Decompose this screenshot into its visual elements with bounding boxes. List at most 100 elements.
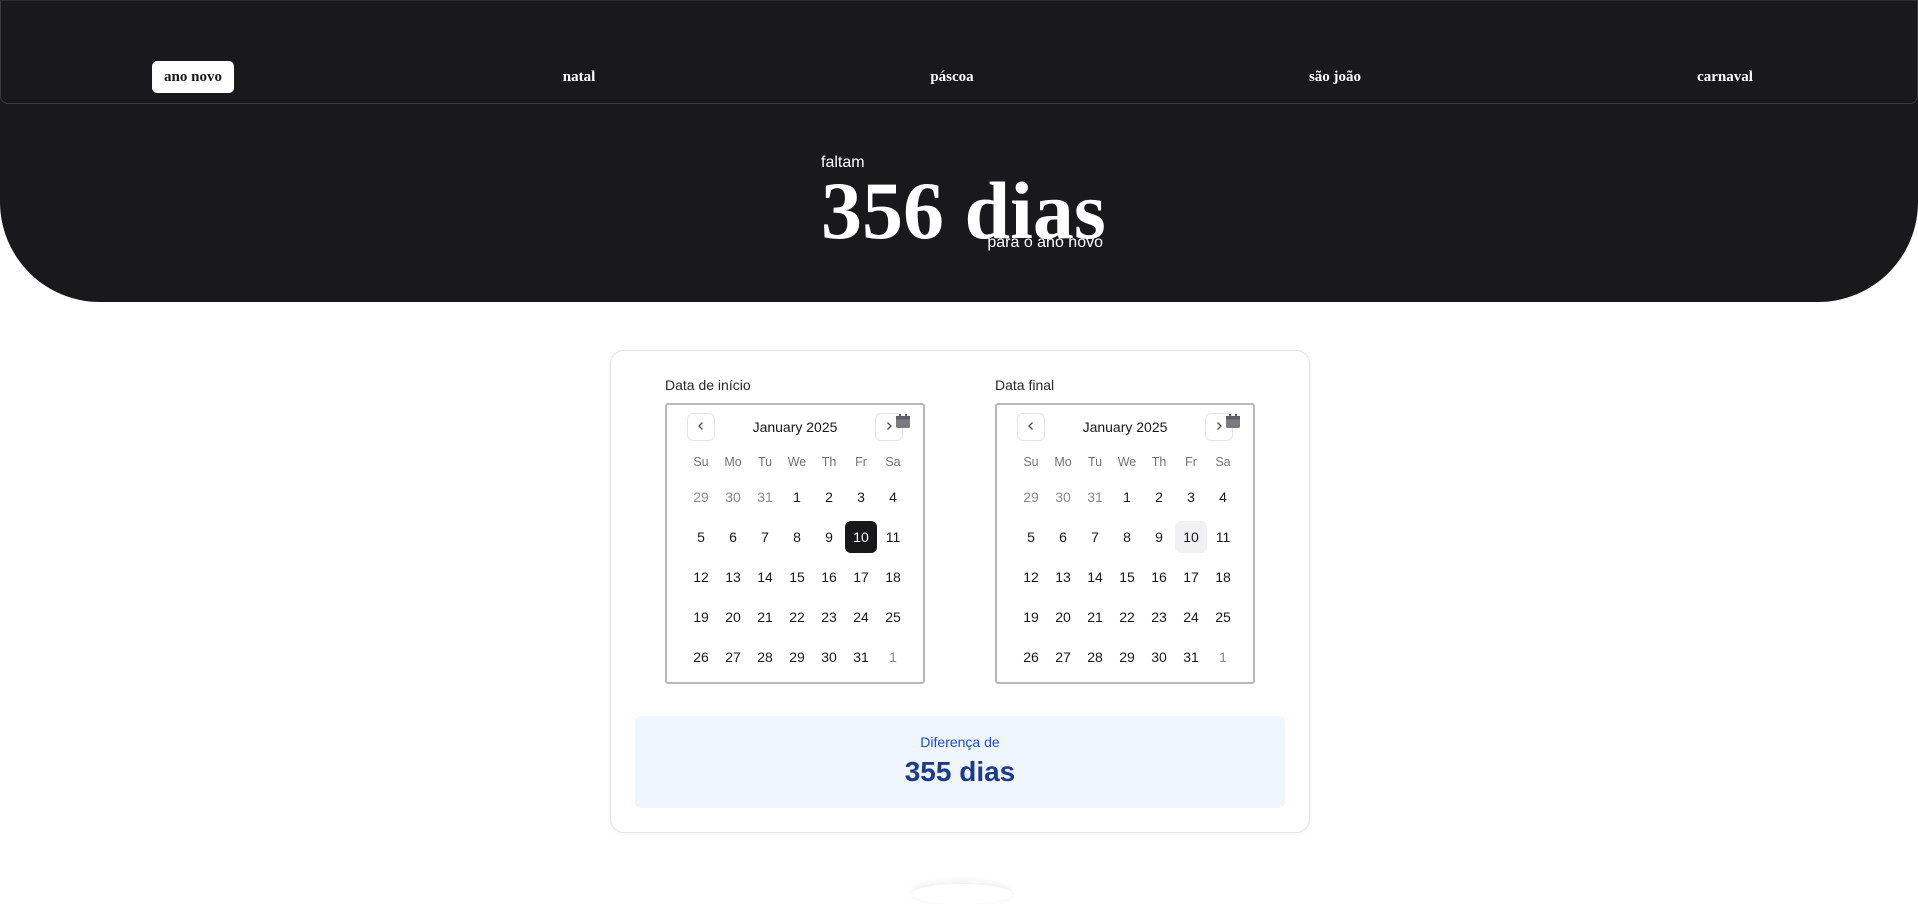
tab-pascoa[interactable]: páscoa: [918, 61, 985, 93]
weekday-label: Sa: [885, 455, 901, 469]
calendar-day[interactable]: 25: [1207, 601, 1239, 633]
calendar-day[interactable]: 11: [1207, 521, 1239, 553]
calendar-day[interactable]: 24: [845, 601, 877, 633]
calendar-day[interactable]: 5: [1015, 521, 1047, 553]
calendar-day[interactable]: 30: [717, 481, 749, 513]
calendar-day[interactable]: 15: [1111, 561, 1143, 593]
calendar-day[interactable]: 18: [1207, 561, 1239, 593]
calendar-day[interactable]: 6: [1047, 521, 1079, 553]
calendar-day[interactable]: 12: [1015, 561, 1047, 593]
calendar-day[interactable]: 7: [749, 521, 781, 553]
calendar-day[interactable]: 27: [1047, 641, 1079, 673]
calendar-day[interactable]: 4: [877, 481, 909, 513]
calendar-day[interactable]: 30: [1047, 481, 1079, 513]
calendar-week: 29 30 31 1 2 3 4: [685, 479, 909, 519]
weekday-label: Tu: [1087, 455, 1103, 469]
calendar-day[interactable]: 14: [1079, 561, 1111, 593]
calendar-day[interactable]: 22: [781, 601, 813, 633]
calendar-day[interactable]: 13: [1047, 561, 1079, 593]
calendar-day[interactable]: 21: [1079, 601, 1111, 633]
calendar-day[interactable]: 10: [845, 521, 877, 553]
calendar-day[interactable]: 3: [845, 481, 877, 513]
calendar-day[interactable]: 1: [781, 481, 813, 513]
calendar-day[interactable]: 2: [1143, 481, 1175, 513]
calendar-day[interactable]: 24: [1175, 601, 1207, 633]
calendar-day[interactable]: 1: [1207, 641, 1239, 673]
chevron-left-icon[interactable]: [687, 413, 715, 441]
calendar-day[interactable]: 1: [877, 641, 909, 673]
calendar-day[interactable]: 17: [845, 561, 877, 593]
calendar-day[interactable]: 16: [813, 561, 845, 593]
calendar-day[interactable]: 20: [717, 601, 749, 633]
weekday-label: Sa: [1215, 455, 1231, 469]
calendar-day[interactable]: 29: [1111, 641, 1143, 673]
calendar-day[interactable]: 19: [1015, 601, 1047, 633]
weekday-label: We: [1117, 455, 1137, 469]
calendar-day[interactable]: 28: [749, 641, 781, 673]
calendar-day[interactable]: 22: [1111, 601, 1143, 633]
tab-carnaval[interactable]: carnaval: [1685, 61, 1765, 93]
difference-label: Diferença de: [920, 734, 1000, 750]
calendar-week: 5 6 7 8 9 10 11: [1015, 519, 1239, 559]
calendar-day[interactable]: 26: [1015, 641, 1047, 673]
calendar-day[interactable]: 29: [781, 641, 813, 673]
calendar-icon[interactable]: [1225, 414, 1241, 429]
countdown-suffix: para o ano novo: [987, 234, 1103, 251]
tab-ano-novo[interactable]: ano novo: [152, 61, 234, 93]
calendar-day[interactable]: 21: [749, 601, 781, 633]
calendar-week: 12 13 14 15 16 17 18: [685, 559, 909, 599]
calendar-day[interactable]: 9: [1143, 521, 1175, 553]
calendar-day[interactable]: 18: [877, 561, 909, 593]
calendar-day[interactable]: 15: [781, 561, 813, 593]
calendar-day[interactable]: 11: [877, 521, 909, 553]
start-date-calendar: January 2025 Su Mo Tu We Th Fr Sa 29 30 31 1 2 3 4 5 6…: [665, 403, 925, 684]
weekday-label: Su: [693, 455, 709, 469]
calendar-icon[interactable]: [895, 414, 911, 429]
calendar-day[interactable]: 13: [717, 561, 749, 593]
calendar-week: 19 20 21 22 23 24 25: [1015, 599, 1239, 639]
calendar-day[interactable]: 6: [717, 521, 749, 553]
calendar-day[interactable]: 17: [1175, 561, 1207, 593]
calendar-day[interactable]: 3: [1175, 481, 1207, 513]
calendar-day[interactable]: 16: [1143, 561, 1175, 593]
calendar-day[interactable]: 27: [717, 641, 749, 673]
tab-sao-joao[interactable]: são joão: [1297, 61, 1373, 93]
chevron-left-icon[interactable]: [1017, 413, 1045, 441]
calendar-day[interactable]: 29: [1015, 481, 1047, 513]
calendar-day[interactable]: 23: [813, 601, 845, 633]
calendar-day[interactable]: 23: [1143, 601, 1175, 633]
calendar-week: 19 20 21 22 23 24 25: [685, 599, 909, 639]
calendar-day[interactable]: 8: [781, 521, 813, 553]
calendar-week: 29 30 31 1 2 3 4: [1015, 479, 1239, 519]
countdown: faltam 356 dias para o ano novo: [821, 152, 1106, 262]
calendar-day[interactable]: 12: [685, 561, 717, 593]
date-difference-card: Data de início Data final January 2025 S…: [610, 350, 1310, 833]
calendar-day[interactable]: 19: [685, 601, 717, 633]
weekday-label: Th: [821, 455, 837, 469]
calendar-day[interactable]: 1: [1111, 481, 1143, 513]
calendar-day[interactable]: 10: [1175, 521, 1207, 553]
calendar-day[interactable]: 31: [845, 641, 877, 673]
calendar-day[interactable]: 25: [877, 601, 909, 633]
weekday-header: Su Mo Tu We Th Fr Sa: [1015, 455, 1239, 469]
tab-natal[interactable]: natal: [551, 61, 608, 93]
weekday-label: Tu: [757, 455, 773, 469]
day-grid: 29 30 31 1 2 3 4 5 6 7 8 9 10 11 12 13 14 15 16 17 18 19 20 21 2…: [1015, 479, 1239, 679]
calendar-day[interactable]: 4: [1207, 481, 1239, 513]
calendar-day[interactable]: 30: [813, 641, 845, 673]
calendar-day[interactable]: 31: [1175, 641, 1207, 673]
calendar-day[interactable]: 5: [685, 521, 717, 553]
calendar-day[interactable]: 26: [685, 641, 717, 673]
calendar-day[interactable]: 7: [1079, 521, 1111, 553]
calendar-day[interactable]: 29: [685, 481, 717, 513]
calendar-day[interactable]: 20: [1047, 601, 1079, 633]
calendar-day[interactable]: 14: [749, 561, 781, 593]
calendar-day[interactable]: 8: [1111, 521, 1143, 553]
calendar-day[interactable]: 30: [1143, 641, 1175, 673]
footer-shadow: [912, 884, 1012, 904]
calendar-day[interactable]: 31: [749, 481, 781, 513]
calendar-day[interactable]: 28: [1079, 641, 1111, 673]
calendar-day[interactable]: 2: [813, 481, 845, 513]
calendar-day[interactable]: 31: [1079, 481, 1111, 513]
calendar-day[interactable]: 9: [813, 521, 845, 553]
